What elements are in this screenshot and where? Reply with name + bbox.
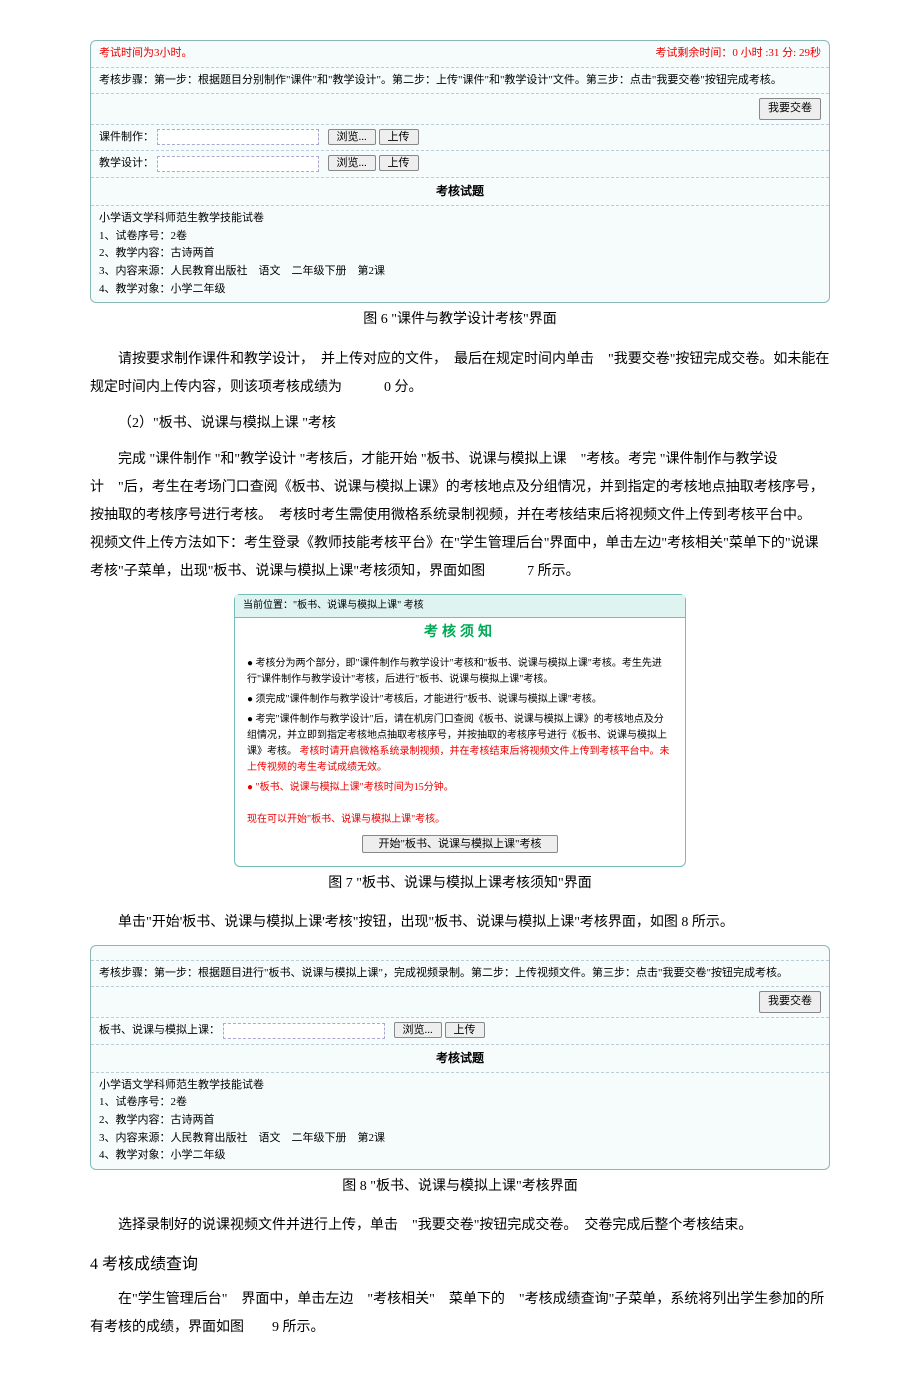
info-item: 1、试卷序号：2卷 (99, 228, 821, 246)
courseware-input[interactable] (157, 129, 319, 145)
ready-text: 现在可以开始"板书、说课与模拟上课"考核。 (247, 812, 673, 828)
figure6-panel: 考试时间为3小时。 考试剩余时间：0 小时 :31 分: 29秒 考核步骤：第一… (90, 40, 830, 303)
paper-info: 小学语文学科师范生教学技能试卷 1、试卷序号：2卷 2、教学内容：古诗两首 3、… (91, 1072, 829, 1169)
paragraph: 请按要求制作课件和教学设计， 并上传对应的文件， 最后在规定时间内单击 "我要交… (90, 346, 830, 402)
notice-body: ● 考核分为两个部分，即"课件制作与教学设计"考核和"板书、说课与模拟上课"考核… (235, 648, 685, 804)
bullet-item: ● 考核分为两个部分，即"课件制作与教学设计"考核和"板书、说课与模拟上课"考核… (247, 656, 673, 688)
spacer (91, 946, 829, 960)
upload-button[interactable]: 上传 (379, 155, 419, 171)
browse-button[interactable]: 浏览... (394, 1022, 442, 1038)
info-item: 4、教学对象：小学二年级 (99, 1147, 821, 1165)
bullet-item: ● "板书、说课与模拟上课"考核时间为15分钟。 (247, 780, 673, 796)
section-header: 考核试题 (91, 177, 829, 205)
upload-button[interactable]: 上传 (379, 129, 419, 145)
design-input[interactable] (157, 156, 319, 172)
info-item: 3、内容来源：人民教育出版社 语文 二年级下册 第2课 (99, 263, 821, 281)
steps-text: 考核步骤：第一步：根据题目分别制作"课件"和"教学设计"。第二步：上传"课件"和… (99, 74, 782, 86)
video-input[interactable] (223, 1023, 385, 1039)
bullet-item: ● 考完"课件制作与教学设计"后，请在机房门口查阅《板书、说课与模拟上课》的考核… (247, 712, 673, 776)
paper-info: 小学语文学科师范生教学技能试卷 1、试卷序号：2卷 2、教学内容：古诗两首 3、… (91, 205, 829, 302)
upload-button[interactable]: 上传 (445, 1022, 485, 1038)
bullet-warning: 考核时请开启微格系统录制视频，并在考核结束后将视频文件上传到考核平台中。未上传视… (247, 746, 670, 773)
paragraph: 完成 "课件制作 "和"教学设计 "考核后，才能开始 "板书、说课与模拟上课 "… (90, 446, 830, 586)
steps-row: 考核步骤：第一步：根据题目进行"板书、说课与模拟上课"，完成视频录制。第二步：上… (91, 960, 829, 987)
figure8-caption: 图 8 "板书、说课与模拟上课"考核界面 (90, 1176, 830, 1198)
steps-text: 考核步骤：第一步：根据题目进行"板书、说课与模拟上课"，完成视频录制。第二步：上… (99, 967, 788, 979)
figure7-caption: 图 7 "板书、说课与模拟上课考核须知"界面 (90, 873, 830, 895)
section-header: 考核试题 (91, 1044, 829, 1072)
info-item: 3、内容来源：人民教育出版社 语文 二年级下册 第2课 (99, 1130, 821, 1148)
submit-button[interactable]: 我要交卷 (759, 991, 821, 1013)
submit-button[interactable]: 我要交卷 (759, 98, 821, 120)
submit-row: 我要交卷 (91, 93, 829, 124)
paragraph: 单击"开始'板书、说课与模拟上课'考核"按钮，出现"板书、说课与模拟上课"考核界… (90, 909, 830, 937)
paper-title: 小学语文学科师范生教学技能试卷 (99, 1077, 821, 1095)
info-item: 4、教学对象：小学二年级 (99, 281, 821, 299)
breadcrumb: 当前位置："板书、说课与模拟上课" 考核 (235, 595, 685, 618)
notice-title: 考核须知 (235, 618, 685, 648)
figure6-caption: 图 6 "课件与教学设计考核"界面 (90, 309, 830, 331)
steps-row: 考核步骤：第一步：根据题目分别制作"课件"和"教学设计"。第二步：上传"课件"和… (91, 67, 829, 94)
figure8-panel: 考核步骤：第一步：根据题目进行"板书、说课与模拟上课"，完成视频录制。第二步：上… (90, 945, 830, 1170)
info-item: 2、教学内容：古诗两首 (99, 1112, 821, 1130)
subheading: （2）"板书、说课与模拟上课 "考核 (90, 410, 830, 438)
figure7-panel: 当前位置："板书、说课与模拟上课" 考核 考核须知 ● 考核分为两个部分，即"课… (234, 594, 686, 867)
browse-button[interactable]: 浏览... (328, 129, 376, 145)
video-label: 板书、说课与模拟上课： (99, 1024, 220, 1036)
exam-duration: 考试时间为3小时。 (99, 47, 193, 59)
time-remaining: 考试剩余时间：0 小时 :31 分: 29秒 (655, 45, 821, 63)
upload-row-video: 板书、说课与模拟上课： 浏览... 上传 (91, 1017, 829, 1044)
submit-row: 我要交卷 (91, 986, 829, 1017)
design-label: 教学设计： (99, 157, 154, 169)
heading-section-4: 4 考核成绩查询 (90, 1252, 830, 1278)
notice-footer: 现在可以开始"板书、说课与模拟上课"考核。 开始"板书、说课与模拟上课"考核 (235, 804, 685, 866)
info-item: 2、教学内容：古诗两首 (99, 245, 821, 263)
upload-row-design: 教学设计： 浏览... 上传 (91, 150, 829, 177)
browse-button[interactable]: 浏览... (328, 155, 376, 171)
timer-bar: 考试时间为3小时。 考试剩余时间：0 小时 :31 分: 29秒 (91, 41, 829, 67)
courseware-label: 课件制作： (99, 131, 154, 143)
paper-title: 小学语文学科师范生教学技能试卷 (99, 210, 821, 228)
bullet-item: ● 须完成"课件制作与教学设计"考核后，才能进行"板书、说课与模拟上课"考核。 (247, 692, 673, 708)
start-exam-button[interactable]: 开始"板书、说课与模拟上课"考核 (362, 835, 559, 853)
info-item: 1、试卷序号：2卷 (99, 1094, 821, 1112)
paragraph: 在"学生管理后台" 界面中，单击左边 "考核相关" 菜单下的 "考核成绩查询"子… (90, 1286, 830, 1342)
upload-row-courseware: 课件制作： 浏览... 上传 (91, 124, 829, 151)
paragraph: 选择录制好的说课视频文件并进行上传，单击 "我要交卷"按钮完成交卷。 交卷完成后… (90, 1212, 830, 1240)
